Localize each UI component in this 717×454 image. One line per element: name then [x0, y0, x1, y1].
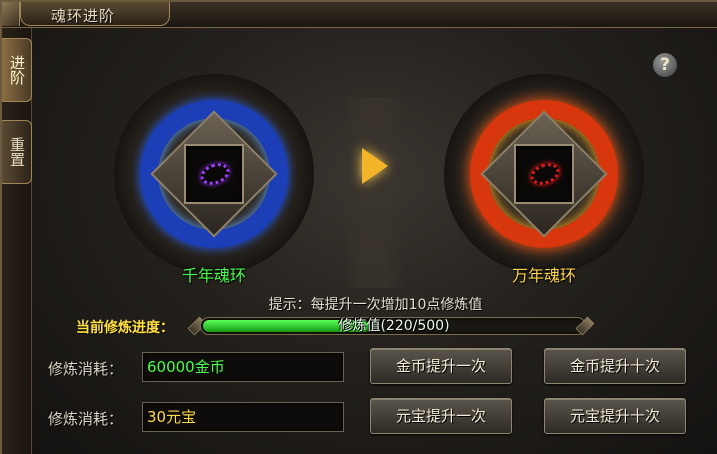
main-panel: ? 千年魂环 万年魂环 提示：每提升一次增加10点修炼值 当前修炼进度： 修炼值…	[32, 28, 717, 454]
tab-reset[interactable]: 重置	[2, 120, 32, 184]
tip-text: 提示：每提升一次增加10点修炼值	[268, 297, 483, 313]
yuanbao-cost-value: 30元宝	[142, 402, 344, 432]
progress-bar: 修炼值(220/500)	[200, 317, 586, 335]
gold-upgrade-ten-button[interactable]: 金币提升十次	[544, 348, 686, 384]
progress-text: 修炼值(220/500)	[338, 318, 450, 334]
help-icon[interactable]: ?	[652, 52, 678, 78]
arrow-pillar	[344, 98, 404, 288]
purple-ring-icon	[197, 159, 233, 189]
target-ring-slot[interactable]	[514, 144, 574, 204]
gold-cost-value: 60000金币	[142, 352, 344, 382]
tab-advance[interactable]: 进阶	[2, 38, 32, 102]
source-ring-medallion	[114, 74, 314, 274]
gold-upgrade-once-button[interactable]: 金币提升一次	[370, 348, 512, 384]
yuanbao-cost-label: 修炼消耗：	[48, 410, 124, 428]
yuanbao-upgrade-ten-button[interactable]: 元宝提升十次	[544, 398, 686, 434]
gold-cost-label: 修炼消耗：	[48, 360, 124, 378]
source-ring-slot[interactable]	[184, 144, 244, 204]
yuanbao-upgrade-once-button[interactable]: 元宝提升一次	[370, 398, 512, 434]
target-ring-name: 万年魂环	[511, 266, 576, 285]
progress-label: 当前修炼进度：	[76, 320, 174, 336]
target-ring-medallion	[444, 74, 644, 274]
title-plate: 魂环进阶	[20, 2, 170, 26]
source-ring-name: 千年魂环	[181, 266, 246, 285]
title-ornament	[2, 2, 20, 26]
title-bar: 魂环进阶	[2, 2, 717, 28]
arrow-right-icon	[362, 148, 388, 184]
red-ring-icon	[527, 159, 563, 189]
window-frame: 魂环进阶 进阶 重置 ? 千年魂环 万年魂环 提示：每提升一次增加10点修炼值	[0, 0, 717, 454]
window-title: 魂环进阶	[51, 7, 116, 25]
